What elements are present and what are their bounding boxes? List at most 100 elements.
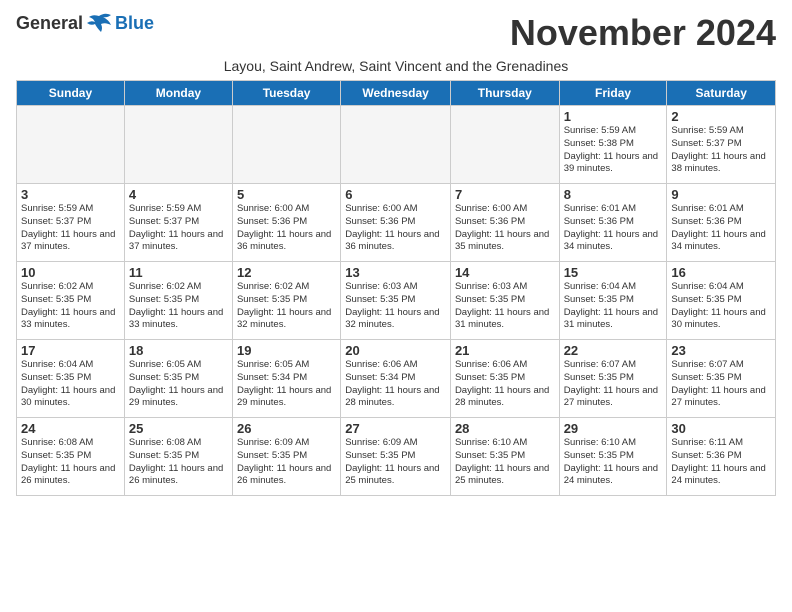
- day-info: Sunrise: 6:01 AMSunset: 5:36 PMDaylight:…: [564, 203, 663, 254]
- day-info: Sunrise: 6:02 AMSunset: 5:35 PMDaylight:…: [129, 281, 228, 332]
- day-info: Sunrise: 6:07 AMSunset: 5:35 PMDaylight:…: [671, 359, 771, 410]
- calendar-week-row: 17Sunrise: 6:04 AMSunset: 5:35 PMDayligh…: [17, 340, 776, 418]
- day-number: 16: [671, 265, 771, 280]
- calendar-cell: 16Sunrise: 6:04 AMSunset: 5:35 PMDayligh…: [667, 262, 776, 340]
- header: General Blue November 2024: [16, 12, 776, 54]
- calendar-cell: 25Sunrise: 6:08 AMSunset: 5:35 PMDayligh…: [124, 418, 232, 496]
- calendar-cell: 12Sunrise: 6:02 AMSunset: 5:35 PMDayligh…: [232, 262, 340, 340]
- day-info: Sunrise: 6:10 AMSunset: 5:35 PMDaylight:…: [564, 437, 663, 488]
- day-number: 21: [455, 343, 555, 358]
- day-number: 26: [237, 421, 336, 436]
- day-info: Sunrise: 6:00 AMSunset: 5:36 PMDaylight:…: [237, 203, 336, 254]
- calendar-cell: 10Sunrise: 6:02 AMSunset: 5:35 PMDayligh…: [17, 262, 125, 340]
- page: General Blue November 2024 Layou, Saint …: [0, 0, 792, 504]
- day-info: Sunrise: 6:01 AMSunset: 5:36 PMDaylight:…: [671, 203, 771, 254]
- day-info: Sunrise: 6:06 AMSunset: 5:35 PMDaylight:…: [455, 359, 555, 410]
- day-number: 20: [345, 343, 446, 358]
- calendar-cell: 26Sunrise: 6:09 AMSunset: 5:35 PMDayligh…: [232, 418, 340, 496]
- day-info: Sunrise: 6:00 AMSunset: 5:36 PMDaylight:…: [455, 203, 555, 254]
- calendar-cell: 20Sunrise: 6:06 AMSunset: 5:34 PMDayligh…: [341, 340, 451, 418]
- calendar-cell: [124, 106, 232, 184]
- day-info: Sunrise: 6:08 AMSunset: 5:35 PMDaylight:…: [129, 437, 228, 488]
- day-info: Sunrise: 6:05 AMSunset: 5:34 PMDaylight:…: [237, 359, 336, 410]
- col-monday: Monday: [124, 81, 232, 106]
- day-info: Sunrise: 6:09 AMSunset: 5:35 PMDaylight:…: [345, 437, 446, 488]
- day-info: Sunrise: 5:59 AMSunset: 5:37 PMDaylight:…: [671, 125, 771, 176]
- day-number: 30: [671, 421, 771, 436]
- calendar-cell: [450, 106, 559, 184]
- calendar-cell: 18Sunrise: 6:05 AMSunset: 5:35 PMDayligh…: [124, 340, 232, 418]
- day-number: 25: [129, 421, 228, 436]
- day-info: Sunrise: 6:09 AMSunset: 5:35 PMDaylight:…: [237, 437, 336, 488]
- calendar-cell: 15Sunrise: 6:04 AMSunset: 5:35 PMDayligh…: [559, 262, 667, 340]
- calendar-cell: 22Sunrise: 6:07 AMSunset: 5:35 PMDayligh…: [559, 340, 667, 418]
- calendar-week-row: 10Sunrise: 6:02 AMSunset: 5:35 PMDayligh…: [17, 262, 776, 340]
- day-number: 3: [21, 187, 120, 202]
- logo-general: General: [16, 13, 83, 34]
- day-info: Sunrise: 5:59 AMSunset: 5:37 PMDaylight:…: [129, 203, 228, 254]
- calendar-week-row: 1Sunrise: 5:59 AMSunset: 5:38 PMDaylight…: [17, 106, 776, 184]
- day-number: 27: [345, 421, 446, 436]
- logo-blue: Blue: [115, 13, 154, 34]
- calendar-cell: 9Sunrise: 6:01 AMSunset: 5:36 PMDaylight…: [667, 184, 776, 262]
- day-number: 5: [237, 187, 336, 202]
- calendar-week-row: 3Sunrise: 5:59 AMSunset: 5:37 PMDaylight…: [17, 184, 776, 262]
- day-number: 12: [237, 265, 336, 280]
- col-tuesday: Tuesday: [232, 81, 340, 106]
- calendar-header-row: Sunday Monday Tuesday Wednesday Thursday…: [17, 81, 776, 106]
- calendar-cell: 28Sunrise: 6:10 AMSunset: 5:35 PMDayligh…: [450, 418, 559, 496]
- day-number: 11: [129, 265, 228, 280]
- day-info: Sunrise: 6:02 AMSunset: 5:35 PMDaylight:…: [237, 281, 336, 332]
- day-number: 10: [21, 265, 120, 280]
- logo-bird-icon: [85, 12, 113, 34]
- calendar-cell: 23Sunrise: 6:07 AMSunset: 5:35 PMDayligh…: [667, 340, 776, 418]
- calendar-cell: 11Sunrise: 6:02 AMSunset: 5:35 PMDayligh…: [124, 262, 232, 340]
- day-number: 9: [671, 187, 771, 202]
- day-number: 8: [564, 187, 663, 202]
- day-number: 22: [564, 343, 663, 358]
- day-info: Sunrise: 6:07 AMSunset: 5:35 PMDaylight:…: [564, 359, 663, 410]
- calendar-cell: 2Sunrise: 5:59 AMSunset: 5:37 PMDaylight…: [667, 106, 776, 184]
- col-saturday: Saturday: [667, 81, 776, 106]
- calendar-cell: 29Sunrise: 6:10 AMSunset: 5:35 PMDayligh…: [559, 418, 667, 496]
- calendar-cell: 27Sunrise: 6:09 AMSunset: 5:35 PMDayligh…: [341, 418, 451, 496]
- calendar-cell: 6Sunrise: 6:00 AMSunset: 5:36 PMDaylight…: [341, 184, 451, 262]
- day-number: 13: [345, 265, 446, 280]
- day-info: Sunrise: 5:59 AMSunset: 5:38 PMDaylight:…: [564, 125, 663, 176]
- calendar-cell: 3Sunrise: 5:59 AMSunset: 5:37 PMDaylight…: [17, 184, 125, 262]
- calendar-cell: 7Sunrise: 6:00 AMSunset: 5:36 PMDaylight…: [450, 184, 559, 262]
- calendar-cell: 8Sunrise: 6:01 AMSunset: 5:36 PMDaylight…: [559, 184, 667, 262]
- calendar-cell: [232, 106, 340, 184]
- day-number: 6: [345, 187, 446, 202]
- day-info: Sunrise: 6:05 AMSunset: 5:35 PMDaylight:…: [129, 359, 228, 410]
- day-info: Sunrise: 6:06 AMSunset: 5:34 PMDaylight:…: [345, 359, 446, 410]
- calendar-cell: 1Sunrise: 5:59 AMSunset: 5:38 PMDaylight…: [559, 106, 667, 184]
- day-number: 28: [455, 421, 555, 436]
- day-number: 24: [21, 421, 120, 436]
- calendar-cell: 17Sunrise: 6:04 AMSunset: 5:35 PMDayligh…: [17, 340, 125, 418]
- day-info: Sunrise: 6:04 AMSunset: 5:35 PMDaylight:…: [671, 281, 771, 332]
- day-number: 4: [129, 187, 228, 202]
- day-info: Sunrise: 6:11 AMSunset: 5:36 PMDaylight:…: [671, 437, 771, 488]
- calendar-cell: 19Sunrise: 6:05 AMSunset: 5:34 PMDayligh…: [232, 340, 340, 418]
- day-info: Sunrise: 5:59 AMSunset: 5:37 PMDaylight:…: [21, 203, 120, 254]
- calendar-cell: 4Sunrise: 5:59 AMSunset: 5:37 PMDaylight…: [124, 184, 232, 262]
- col-friday: Friday: [559, 81, 667, 106]
- calendar-cell: 30Sunrise: 6:11 AMSunset: 5:36 PMDayligh…: [667, 418, 776, 496]
- day-number: 23: [671, 343, 771, 358]
- day-info: Sunrise: 6:04 AMSunset: 5:35 PMDaylight:…: [21, 359, 120, 410]
- calendar-cell: 5Sunrise: 6:00 AMSunset: 5:36 PMDaylight…: [232, 184, 340, 262]
- calendar-cell: 13Sunrise: 6:03 AMSunset: 5:35 PMDayligh…: [341, 262, 451, 340]
- col-thursday: Thursday: [450, 81, 559, 106]
- calendar-table: Sunday Monday Tuesday Wednesday Thursday…: [16, 80, 776, 496]
- day-info: Sunrise: 6:03 AMSunset: 5:35 PMDaylight:…: [345, 281, 446, 332]
- month-title: November 2024: [510, 12, 776, 54]
- day-number: 1: [564, 109, 663, 124]
- day-number: 15: [564, 265, 663, 280]
- calendar-cell: [17, 106, 125, 184]
- day-info: Sunrise: 6:02 AMSunset: 5:35 PMDaylight:…: [21, 281, 120, 332]
- calendar-cell: 24Sunrise: 6:08 AMSunset: 5:35 PMDayligh…: [17, 418, 125, 496]
- calendar-cell: 21Sunrise: 6:06 AMSunset: 5:35 PMDayligh…: [450, 340, 559, 418]
- day-number: 19: [237, 343, 336, 358]
- col-wednesday: Wednesday: [341, 81, 451, 106]
